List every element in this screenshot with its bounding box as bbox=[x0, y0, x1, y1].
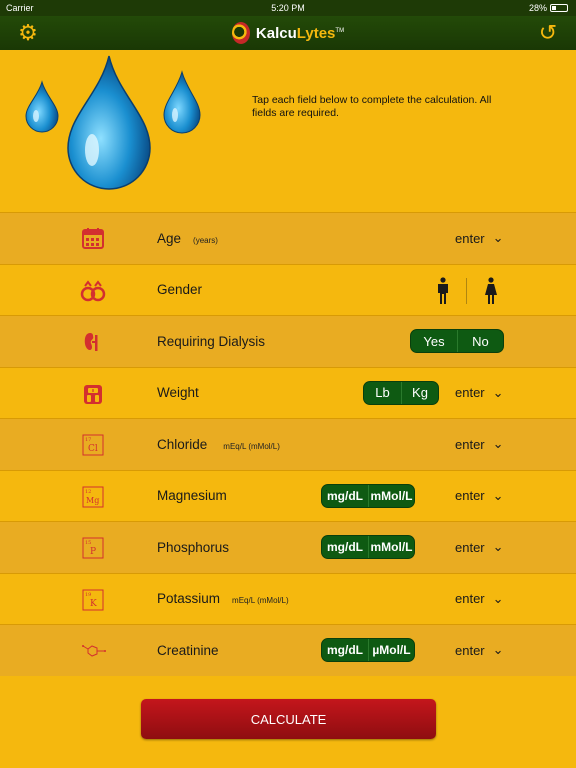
svg-text:Mg: Mg bbox=[86, 496, 99, 505]
svg-text:Cl: Cl bbox=[88, 444, 98, 454]
potassium-element-icon: 19 K bbox=[82, 589, 104, 610]
age-row[interactable]: Age (years) enter ⌄ bbox=[0, 212, 576, 264]
phosphorus-mmol-button[interactable]: mMol/L bbox=[367, 536, 414, 558]
dialysis-yes-button[interactable]: Yes bbox=[411, 330, 457, 352]
magnesium-enter-button[interactable]: enter ⌄ bbox=[455, 471, 504, 522]
water-drop-small-left-icon bbox=[25, 80, 59, 133]
status-bar: Carrier 5:20 PM 28% bbox=[0, 0, 576, 16]
weight-row[interactable]: Weight Lb Kg enter ⌄ bbox=[0, 366, 576, 419]
app-logo: KalcuLytesTM bbox=[0, 22, 576, 44]
chevron-down-icon: ⌄ bbox=[492, 230, 504, 246]
potassium-label: Potassium mEq/L (mMol/L) bbox=[157, 591, 289, 607]
app-title: KalcuLytesTM bbox=[255, 24, 345, 42]
instructions-text: Tap each field below to complete the cal… bbox=[252, 94, 492, 119]
creatinine-label: Creatinine bbox=[157, 642, 219, 658]
battery-icon bbox=[550, 4, 568, 12]
magnesium-unit-toggle: mg/dL mMol/L bbox=[321, 483, 415, 508]
chloride-element-icon: 17 Cl bbox=[82, 434, 104, 456]
svg-text:17: 17 bbox=[85, 437, 91, 443]
svg-text:P: P bbox=[90, 547, 96, 557]
weight-kg-button[interactable]: Kg bbox=[400, 381, 438, 404]
magnesium-element-icon: 12 Mg bbox=[82, 486, 104, 507]
dialysis-label: Requiring Dialysis bbox=[157, 333, 266, 349]
svg-text:15: 15 bbox=[85, 540, 91, 546]
creatinine-molecule-icon bbox=[82, 645, 106, 657]
age-unit: (years) bbox=[193, 235, 218, 245]
svg-text:19: 19 bbox=[85, 592, 91, 598]
gender-label: Gender bbox=[157, 282, 203, 298]
battery-status: 28% bbox=[529, 3, 568, 13]
calculate-button[interactable]: CALCULATE bbox=[141, 699, 436, 739]
svg-text:K: K bbox=[90, 599, 97, 609]
weight-label: Weight bbox=[157, 385, 199, 401]
potassium-row[interactable]: 19 K Potassium mEq/L (mMol/L) enter ⌄ bbox=[0, 572, 576, 625]
female-icon[interactable] bbox=[483, 276, 499, 305]
gender-row: Gender bbox=[0, 263, 576, 315]
chloride-enter-button[interactable]: enter ⌄ bbox=[455, 419, 504, 470]
reset-undo-icon[interactable]: ↺ bbox=[536, 21, 560, 45]
chevron-down-icon: ⌄ bbox=[492, 384, 504, 400]
gender-rings-icon bbox=[80, 279, 106, 301]
phosphorus-mgdl-button[interactable]: mg/dL bbox=[322, 536, 368, 558]
potassium-unit: mEq/L (mMol/L) bbox=[232, 596, 289, 606]
scale-icon bbox=[84, 384, 102, 404]
dialysis-toggle: Yes No bbox=[410, 329, 504, 353]
phosphorus-enter-button[interactable]: enter ⌄ bbox=[455, 522, 504, 573]
chevron-down-icon: ⌄ bbox=[492, 487, 504, 503]
nav-bar: ⚙ KalcuLytesTM ↺ bbox=[0, 16, 576, 50]
chevron-down-icon: ⌄ bbox=[492, 590, 504, 606]
header-area: Tap each field below to complete the cal… bbox=[0, 50, 576, 212]
male-icon[interactable] bbox=[436, 276, 450, 305]
chloride-label: Chloride mEq/L (mMol/L) bbox=[157, 436, 280, 452]
svg-text:12: 12 bbox=[85, 489, 91, 495]
dialysis-no-button[interactable]: No bbox=[456, 330, 503, 352]
chevron-down-icon: ⌄ bbox=[492, 436, 504, 452]
magnesium-mgdl-button[interactable]: mg/dL bbox=[322, 485, 368, 507]
phosphorus-element-icon: 15 P bbox=[82, 537, 104, 559]
creatinine-mgdl-button[interactable]: mg/dL bbox=[322, 639, 368, 661]
calendar-icon bbox=[82, 228, 104, 249]
phosphorus-unit-toggle: mg/dL mMol/L bbox=[321, 535, 415, 559]
battery-percent: 28% bbox=[528, 3, 547, 13]
chevron-down-icon: ⌄ bbox=[492, 642, 504, 658]
input-rows: Age (years) enter ⌄ Gender Requiring Dia… bbox=[0, 212, 576, 676]
magnesium-row[interactable]: 12 Mg Magnesium mg/dL mMol/L enter ⌄ bbox=[0, 469, 576, 522]
gender-divider bbox=[466, 277, 467, 304]
water-drop-large-icon bbox=[67, 55, 151, 190]
potassium-enter-button[interactable]: enter ⌄ bbox=[455, 574, 504, 625]
weight-unit-toggle: Lb Kg bbox=[363, 380, 439, 405]
status-time: 5:20 PM bbox=[271, 3, 305, 13]
weight-enter-button[interactable]: enter ⌄ bbox=[455, 368, 504, 419]
weight-lb-button[interactable]: Lb bbox=[364, 382, 401, 404]
chevron-down-icon: ⌄ bbox=[492, 539, 504, 555]
phosphorus-label: Phosphorus bbox=[157, 539, 230, 555]
logo-mark-icon bbox=[231, 22, 250, 44]
kidney-icon bbox=[84, 333, 98, 351]
chloride-row[interactable]: 17 Cl Chloride mEq/L (mMol/L) enter ⌄ bbox=[0, 418, 576, 470]
phosphorus-row[interactable]: 15 P Phosphorus mg/dL mMol/L enter ⌄ bbox=[0, 521, 576, 573]
water-drop-small-right-icon bbox=[163, 70, 201, 134]
creatinine-enter-button[interactable]: enter ⌄ bbox=[455, 625, 504, 676]
chloride-unit: mEq/L (mMol/L) bbox=[223, 441, 280, 451]
gender-selector bbox=[436, 276, 499, 305]
age-enter-button[interactable]: enter ⌄ bbox=[455, 213, 504, 264]
creatinine-unit-toggle: mg/dL µMol/L bbox=[321, 638, 415, 662]
magnesium-label: Magnesium bbox=[157, 488, 227, 504]
creatinine-umol-button[interactable]: µMol/L bbox=[367, 639, 414, 661]
creatinine-row[interactable]: Creatinine mg/dL µMol/L enter ⌄ bbox=[0, 624, 576, 676]
age-label: Age (years) bbox=[157, 230, 218, 246]
magnesium-mmol-button[interactable]: mMol/L bbox=[367, 484, 414, 507]
dialysis-row: Requiring Dialysis Yes No bbox=[0, 315, 576, 367]
